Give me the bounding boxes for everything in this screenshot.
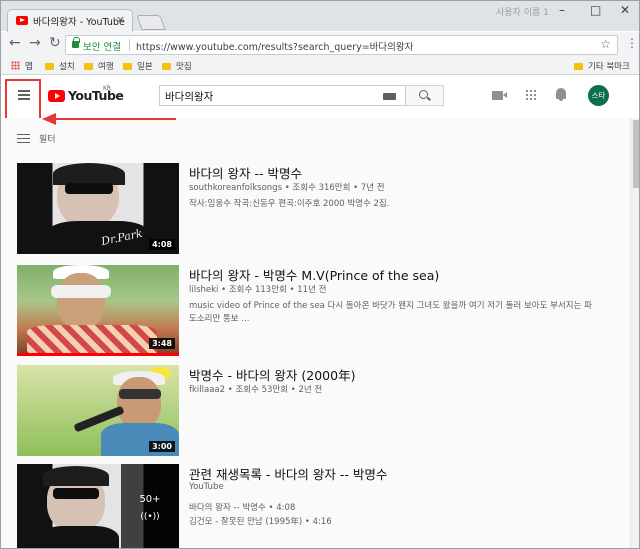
video-duration: 3:48 [149,338,175,349]
title-bar: 바다의왕자 - YouTube × 사용자 이름 1 – □ ✕ [1,1,639,32]
folder-icon [123,63,132,70]
watch-progress-bar [17,353,179,356]
video-result[interactable]: 3:00 박명수 - 바다의 왕자 (2000年) fkillaaa2 • 조회… [17,365,617,457]
thumbnail-art [43,466,109,486]
playlist-title[interactable]: 관련 재생목록 - 바다의 왕자 -- 박명수 [189,464,387,483]
search-icon [419,90,428,99]
secure-label[interactable]: 보안 연결 [83,39,121,53]
thumbnail-art [117,377,161,429]
search-input[interactable]: 바다의왕자 [159,85,406,106]
search-button[interactable] [406,85,444,106]
playlist-thumbnail[interactable]: 50+ ((•)) [17,464,179,548]
video-duration: 4:08 [149,239,175,250]
folder-icon [45,63,54,70]
new-tab-button[interactable] [136,15,166,30]
youtube-masthead: YouTube KR 바다의왕자 스타 [1,76,631,124]
bookmark-folder[interactable]: 일본 [123,60,153,72]
thumbnail-art [119,389,161,399]
url-text[interactable]: https://www.youtube.com/results?search_q… [136,39,413,53]
folder-icon [84,63,93,70]
video-meta: fkillaaa2 • 조회수 53만회 • 2년 전 [189,385,323,395]
annotation-arrow [54,118,176,120]
folder-icon [574,63,583,70]
reload-button[interactable]: ↻ [49,36,61,50]
thumbnail-art [27,325,157,356]
thumbnail-art [57,273,105,329]
thumbnail-art [65,183,113,194]
logo-text: YouTube [68,88,124,103]
address-bar[interactable]: 보안 연결 https://www.youtube.com/results?se… [65,35,618,55]
video-result[interactable]: Dr.Park 4:08 바다의 왕자 -- 박명수 southkoreanfo… [17,163,617,255]
video-description: music video of Prince of the sea 다시 돌아온 … [189,301,592,324]
filter-icon [17,133,30,144]
thumbnail-art [53,163,125,185]
video-meta: southkoreanfolksongs • 조회수 316만회 • 7년 전 [189,183,385,193]
playlist-count: 50+ [139,494,161,505]
search-results: 필터 Dr.Park 4:08 바다의 왕자 -- 박명수 southkorea… [1,118,630,548]
bookmark-folder[interactable]: 설치 [45,60,75,72]
search-value: 바다의왕자 [165,91,214,103]
thumbnail-art [51,285,111,298]
playlist-meta: YouTube [189,482,224,492]
video-description: 작사:임웅수 작곡:신동우 편곡:이주호 2000 박명수 2집. [189,199,390,209]
back-button[interactable]: ← [9,36,21,50]
tab-title: 바다의왕자 - YouTube [33,17,125,28]
thumbnail-art [53,488,99,499]
bookmark-label: 설치 [59,62,75,72]
video-title[interactable]: 바다의 왕자 - 박명수 M.V(Prince of the sea) [189,265,439,284]
bookmark-label: 앱 [25,62,33,72]
bookmark-label: 여행 [98,62,114,72]
thumbnail-art [39,526,119,548]
playlist-overlay: 50+ ((•)) [121,464,179,548]
bookmark-label: 일본 [137,62,153,72]
close-window-button[interactable]: ✕ [620,3,630,17]
video-meta: lilsheki • 조회수 113만회 • 11년 전 [189,285,327,295]
annotation-arrow-head [42,113,56,125]
lock-icon[interactable] [72,37,80,48]
tab-close-icon[interactable]: × [116,13,125,26]
youtube-favicon-icon [16,16,28,25]
bookmark-folder[interactable]: 여행 [84,60,114,72]
playlist-item[interactable]: 바다의 왕자 -- 박명수 • 4:08 [189,501,295,513]
browser-tab[interactable]: 바다의왕자 - YouTube × [7,9,133,32]
logo-region: KR [103,85,112,92]
avatar[interactable]: 스타 [588,85,609,106]
bookmarks-bar: 앱 설치 여행 일본 맛집 기타 북마크 [1,57,639,75]
minimize-button[interactable]: – [559,3,565,17]
url-separator [129,39,130,51]
maximize-button[interactable]: □ [590,3,601,17]
video-title[interactable]: 박명수 - 바다의 왕자 (2000年) [189,365,355,384]
bookmark-label: 기타 북마크 [588,62,630,72]
browser-menu-icon[interactable]: ⋮ [626,36,638,50]
keyboard-icon[interactable] [383,93,396,100]
bookmark-other[interactable]: 기타 북마크 [574,60,630,72]
forward-button[interactable]: → [29,36,41,50]
video-thumbnail[interactable]: 3:48 [17,265,179,356]
video-thumbnail[interactable]: 3:00 [17,365,179,456]
scrollbar-thumb[interactable] [633,120,639,188]
bookmark-star-icon[interactable]: ☆ [600,37,611,51]
apps-icon [11,61,20,70]
youtube-play-icon [48,90,65,102]
video-duration: 3:00 [149,441,175,452]
folder-icon [162,63,171,70]
bookmark-label: 맛집 [176,62,192,72]
browser-toolbar: ← → ↻ 보안 연결 https://www.youtube.com/resu… [1,32,639,57]
bookmark-folder[interactable]: 맛집 [162,60,192,72]
filter-label: 필터 [39,135,56,145]
browser-window: 바다의왕자 - YouTube × 사용자 이름 1 – □ ✕ ← → ↻ 보… [0,0,640,549]
video-camera-icon[interactable] [492,91,507,100]
video-thumbnail[interactable]: Dr.Park 4:08 [17,163,179,254]
playlist-item[interactable]: 김건모 - 잘못된 만남 (1995年) • 4:16 [189,515,332,527]
video-result[interactable]: 3:48 바다의 왕자 - 박명수 M.V(Prince of the sea)… [17,265,617,357]
page-scrollbar[interactable] [630,118,639,548]
playlist-result[interactable]: 50+ ((•)) 관련 재생목록 - 바다의 왕자 -- 박명수 YouTub… [17,464,617,548]
profile-name[interactable]: 사용자 이름 1 [496,5,549,18]
playlist-icon: ((•)) [140,512,160,522]
notification-bell-icon[interactable] [556,88,566,101]
apps-grid-icon[interactable] [525,89,536,100]
bookmark-apps[interactable]: 앱 [11,60,33,72]
video-title[interactable]: 바다의 왕자 -- 박명수 [189,163,302,182]
